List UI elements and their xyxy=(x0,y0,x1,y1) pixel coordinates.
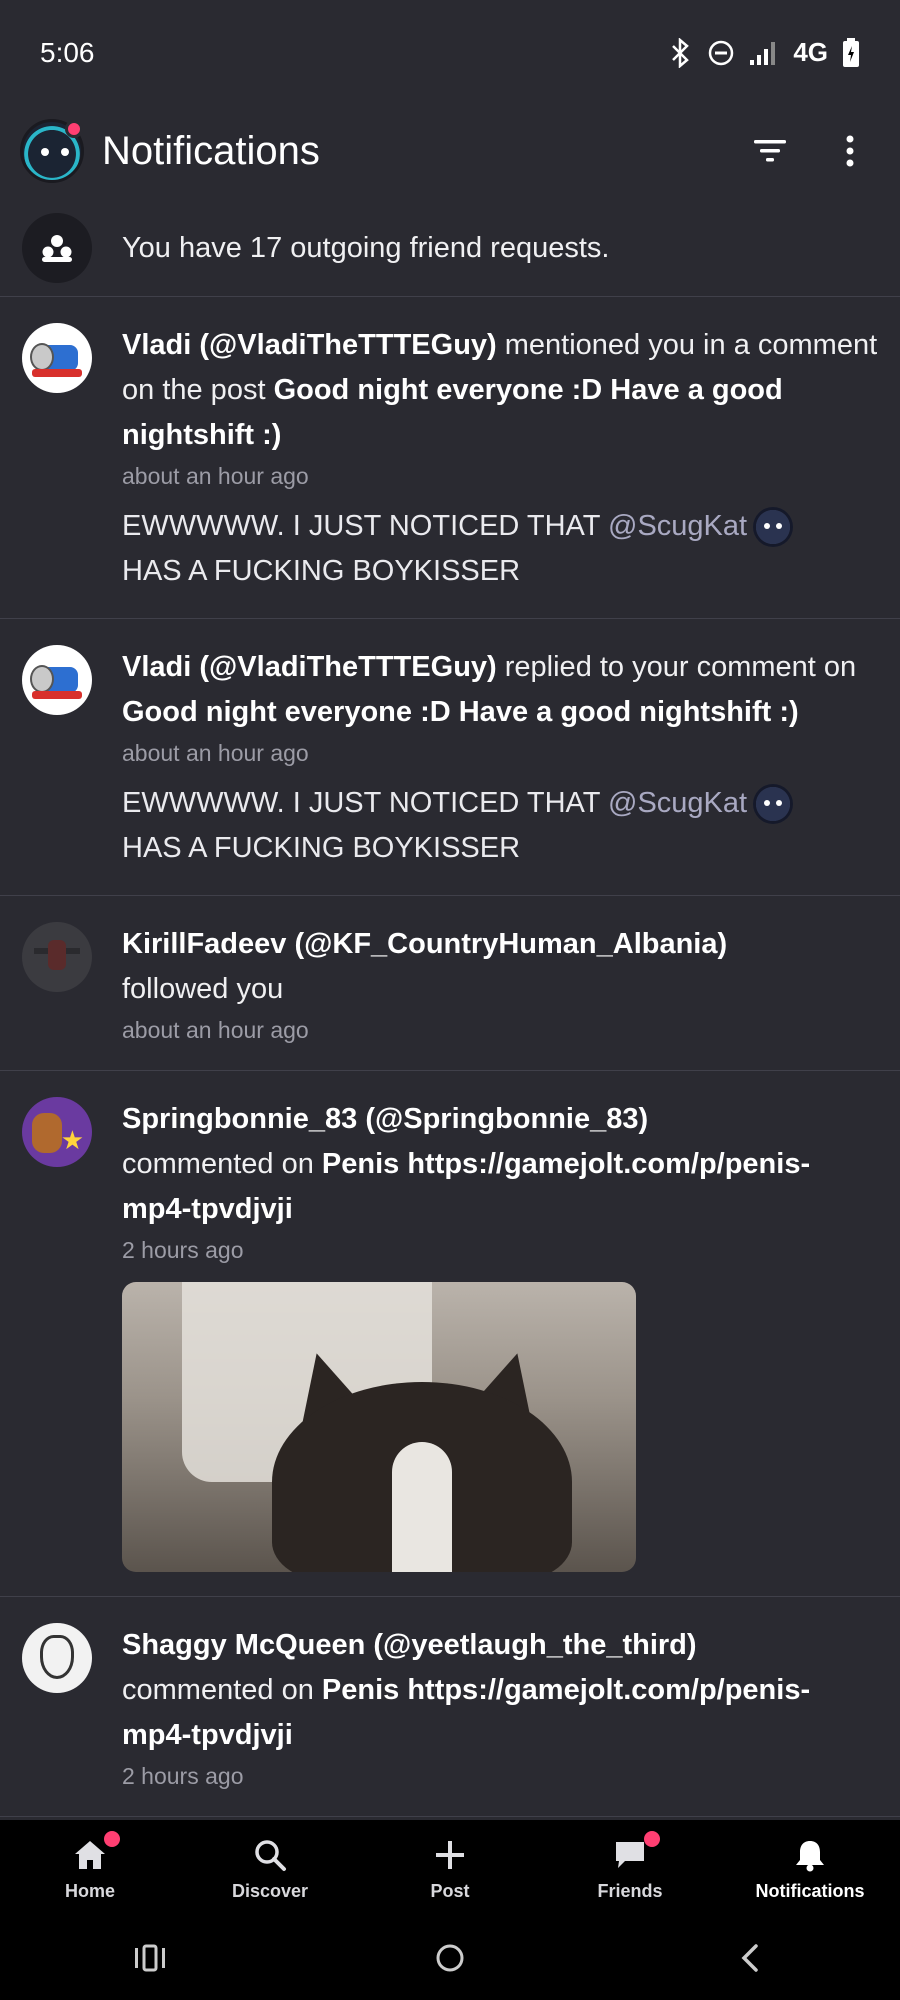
home-icon xyxy=(75,1840,105,1869)
avatar[interactable] xyxy=(22,922,92,992)
recents-icon xyxy=(135,1944,165,1972)
page-title: Notifications xyxy=(102,128,320,173)
status-icons: 4G xyxy=(667,37,860,68)
notification-time: 2 hours ago xyxy=(122,1237,244,1263)
tab-post[interactable]: Post xyxy=(360,1820,540,1916)
user-avatar[interactable] xyxy=(20,119,84,183)
bell-icon xyxy=(796,1840,824,1871)
more-options-button[interactable] xyxy=(820,121,880,181)
tab-label: Discover xyxy=(231,1880,309,1901)
notification-time: about an hour ago xyxy=(122,463,309,489)
actor-name[interactable]: Shaggy McQueen (@yeetlaugh_the_third) xyxy=(122,1629,697,1661)
avatar[interactable] xyxy=(22,645,92,715)
friend-requests-banner[interactable]: You have 17 outgoing friend requests. xyxy=(0,200,900,297)
chat-icon xyxy=(616,1841,644,1868)
tab-friends[interactable]: Friends xyxy=(540,1820,720,1916)
notification-item[interactable]: ★ Springbonnie_83 (@Springbonnie_83) com… xyxy=(0,1071,900,1597)
friend-requests-text: You have 17 outgoing friend requests. xyxy=(122,231,610,264)
avatar[interactable] xyxy=(22,323,92,393)
app-header: Notifications xyxy=(0,105,900,197)
notification-text: Vladi (@VladiTheTTTEGuy) replied to your… xyxy=(122,651,857,728)
notification-text: Shaggy McQueen (@yeetlaugh_the_third) co… xyxy=(122,1629,811,1751)
comment-excerpt: EWWWWW. I JUST NOTICED THAT @ScugKat HAS … xyxy=(122,781,878,871)
home-circle-icon xyxy=(436,1944,464,1972)
tab-label: Post xyxy=(430,1880,470,1901)
actor-name[interactable]: Vladi (@VladiTheTTTEGuy) xyxy=(122,329,497,361)
notification-time: about an hour ago xyxy=(122,1017,309,1043)
filter-icon xyxy=(754,140,786,162)
filter-button[interactable] xyxy=(740,121,800,181)
network-type: 4G xyxy=(793,37,828,67)
notification-body: Vladi (@VladiTheTTTEGuy) replied to your… xyxy=(122,645,878,871)
actor-name[interactable]: KirillFadeev (@KF_CountryHuman_Albania) xyxy=(122,928,727,960)
plus-icon xyxy=(436,1840,464,1869)
bluetooth-icon xyxy=(672,37,690,68)
notification-item[interactable]: KirillFadeev (@KF_CountryHuman_Albania) … xyxy=(0,896,900,1071)
avatar[interactable]: ★ xyxy=(22,1097,92,1167)
search-icon xyxy=(255,1839,286,1871)
mention-link[interactable]: @ScugKat xyxy=(608,510,747,542)
notification-text: Springbonnie_83 (@Springbonnie_83) comme… xyxy=(122,1103,811,1225)
tab-home[interactable]: Home xyxy=(0,1820,180,1916)
mention-avatar xyxy=(753,507,794,548)
avatar-notification-dot xyxy=(65,120,83,138)
tab-discover[interactable]: Discover xyxy=(180,1820,360,1916)
status-time: 5:06 xyxy=(40,36,95,68)
tab-label: Friends xyxy=(597,1880,663,1901)
recents-button[interactable] xyxy=(110,1928,190,1988)
notification-body: KirillFadeev (@KF_CountryHuman_Albania) … xyxy=(122,922,878,1046)
do-not-disturb-icon xyxy=(709,40,734,65)
more-vert-icon xyxy=(846,135,854,167)
battery-icon xyxy=(843,37,859,67)
home-notification-dot xyxy=(104,1830,120,1847)
notification-item[interactable]: Shaggy McQueen (@yeetlaugh_the_third) co… xyxy=(0,1597,900,1817)
tab-label: Notifications xyxy=(755,1880,865,1901)
notification-body: Vladi (@VladiTheTTTEGuy) mentioned you i… xyxy=(122,323,878,594)
bottom-tab-bar: Home Discover Post Friends Notifications xyxy=(0,1820,900,1916)
home-nav-button[interactable] xyxy=(410,1928,490,1988)
notification-feed[interactable]: You have 17 outgoing friend requests. Vl… xyxy=(0,200,900,1820)
system-nav-bar xyxy=(0,1916,900,2000)
mention-avatar xyxy=(753,784,794,825)
notification-item[interactable]: Vladi (@VladiTheTTTEGuy) mentioned you i… xyxy=(0,297,900,619)
tab-notifications[interactable]: Notifications xyxy=(720,1820,900,1916)
notification-item[interactable]: Vladi (@VladiTheTTTEGuy) replied to your… xyxy=(0,619,900,896)
comment-image[interactable] xyxy=(122,1282,636,1572)
tab-label: Home xyxy=(64,1880,115,1901)
back-chevron-icon xyxy=(741,1944,758,1972)
notification-time: about an hour ago xyxy=(122,740,309,766)
notification-text: KirillFadeev (@KF_CountryHuman_Albania) … xyxy=(122,928,728,1005)
notification-body: Shaggy McQueen (@yeetlaugh_the_third) co… xyxy=(122,1623,878,1792)
comment-excerpt: EWWWWW. I JUST NOTICED THAT @ScugKat HAS … xyxy=(122,504,878,594)
actor-name[interactable]: Springbonnie_83 (@Springbonnie_83) xyxy=(122,1103,648,1135)
friends-notification-dot xyxy=(644,1830,660,1847)
notification-text: Vladi (@VladiTheTTTEGuy) mentioned you i… xyxy=(122,329,878,451)
actor-name[interactable]: Vladi (@VladiTheTTTEGuy) xyxy=(122,651,497,683)
status-bar: 5:06 4G xyxy=(0,0,900,105)
mention-link[interactable]: @ScugKat xyxy=(608,787,747,819)
signal-icon xyxy=(750,41,776,65)
friends-icon xyxy=(22,213,92,283)
notification-time: 2 hours ago xyxy=(122,1763,244,1789)
avatar[interactable] xyxy=(22,1623,92,1693)
back-button[interactable] xyxy=(710,1928,790,1988)
post-title[interactable]: Good night everyone :D Have a good night… xyxy=(122,696,799,728)
notification-body: Springbonnie_83 (@Springbonnie_83) comme… xyxy=(122,1097,878,1572)
